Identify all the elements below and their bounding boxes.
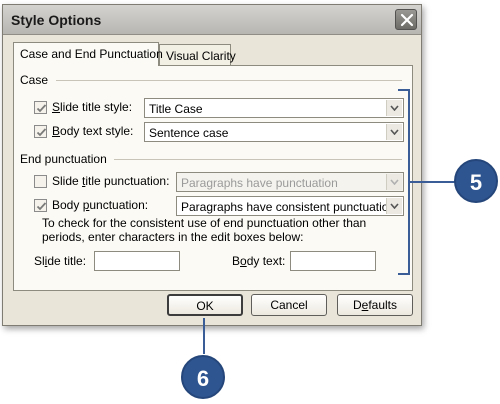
tab-panel: Case Slide title style: Title Case Body … (13, 65, 413, 291)
body-punctuation-value: Paragraphs have consistent punctuation (181, 200, 396, 214)
cancel-button[interactable]: Cancel (251, 294, 327, 316)
slide-title-punctuation-select[interactable]: Paragraphs have punctuation (176, 172, 404, 192)
body-punctuation-select[interactable]: Paragraphs have consistent punctuation (176, 196, 404, 216)
callout-5-leader (410, 181, 456, 183)
body-text-chars-label: Body text: (232, 254, 286, 268)
slide-title-chars-label: Slide title: (34, 254, 87, 268)
body-punctuation-label: Body punctuation: (52, 198, 149, 212)
chevron-down-icon (390, 105, 399, 111)
case-heading: Case (20, 73, 49, 87)
body-text-style-checkbox[interactable] (34, 125, 47, 138)
callout-6-leader (203, 318, 205, 354)
ok-button[interactable]: OK (167, 294, 243, 316)
help-text: To check for the consistent use of end p… (42, 216, 367, 244)
chevron-down-icon (390, 203, 399, 209)
body-punctuation-checkbox[interactable] (34, 199, 47, 212)
close-icon (400, 13, 414, 27)
checkmark-icon (36, 104, 47, 113)
end-punctuation-divider (114, 159, 402, 160)
slide-title-punctuation-value: Paragraphs have punctuation (181, 176, 338, 190)
case-divider (56, 80, 402, 81)
body-text-style-label: Body text style: (52, 124, 134, 138)
dropdown-arrow[interactable] (386, 124, 402, 140)
close-button[interactable] (395, 9, 417, 30)
dropdown-arrow[interactable] (386, 198, 402, 214)
checkmark-icon (36, 128, 47, 137)
dropdown-arrow[interactable] (386, 100, 402, 116)
slide-title-style-label: Slide title style: (52, 100, 133, 114)
dropdown-arrow[interactable] (386, 174, 402, 190)
tab-visual-clarity[interactable]: Visual Clarity (159, 44, 236, 66)
callout-5-bracket-top (398, 89, 410, 91)
slide-title-punctuation-checkbox[interactable] (34, 175, 47, 188)
callout-6-badge: 6 (181, 355, 225, 399)
style-options-dialog: Style Options Case and End Punctuation V… (2, 4, 422, 326)
dialog-title: Style Options (11, 12, 102, 28)
slide-title-style-value: Title Case (149, 102, 203, 116)
chevron-down-icon (390, 179, 399, 185)
slide-title-punctuation-label: Slide title punctuation: (52, 174, 170, 188)
defaults-button[interactable]: Defaults (337, 294, 413, 316)
end-punctuation-heading: End punctuation (20, 152, 107, 166)
body-text-chars-input[interactable] (290, 251, 376, 271)
checkmark-icon (36, 202, 47, 211)
slide-title-style-checkbox[interactable] (34, 101, 47, 114)
body-text-style-value: Sentence case (149, 126, 229, 140)
body-text-style-select[interactable]: Sentence case (144, 122, 404, 142)
chevron-down-icon (390, 129, 399, 135)
callout-5-badge: 5 (454, 159, 498, 203)
callout-5-bracket-bottom (398, 273, 410, 275)
tab-case-and-end-punctuation[interactable]: Case and End Punctuation (13, 42, 163, 66)
slide-title-chars-input[interactable] (94, 251, 180, 271)
title-bar: Style Options (3, 5, 421, 35)
slide-title-style-select[interactable]: Title Case (144, 98, 404, 118)
